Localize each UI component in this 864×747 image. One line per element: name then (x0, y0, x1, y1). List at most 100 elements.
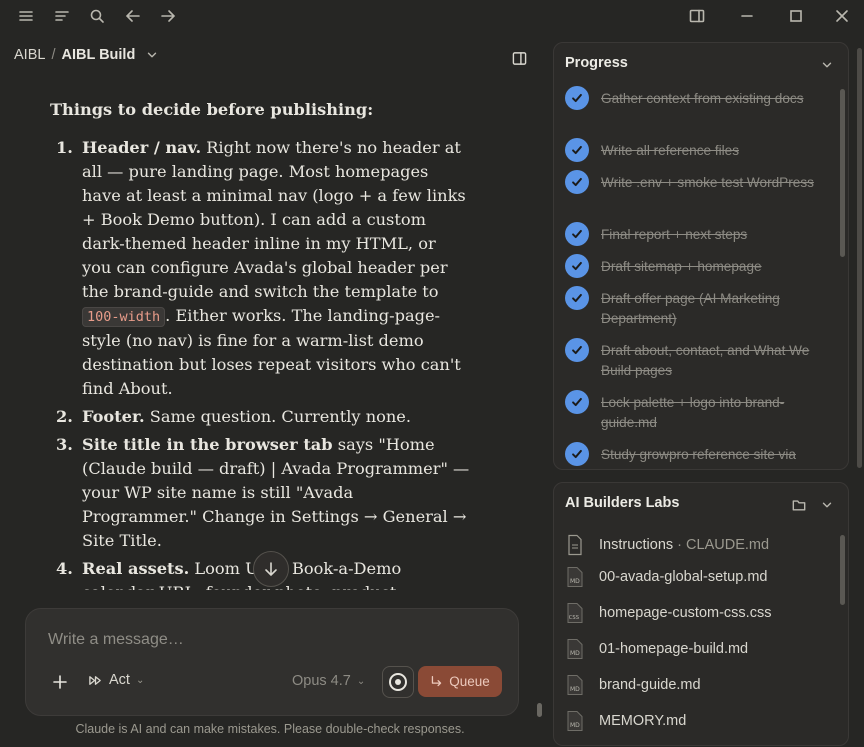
task-label: Write .env + smoke test WordPress (601, 175, 814, 190)
svg-text:MD: MD (570, 722, 580, 729)
queue-label: Queue (449, 674, 490, 689)
list-item-title: Footer. (82, 407, 145, 426)
menu-icon[interactable] (17, 7, 35, 25)
forward-arrow-icon[interactable] (159, 7, 177, 25)
css-file-icon: CSS (565, 601, 585, 625)
file-item[interactable]: CSS homepage-custom-css.css (565, 601, 835, 625)
list-item: 3. Site title in the browser tab says "H… (50, 433, 470, 553)
task-label: Write all reference files (601, 143, 740, 158)
side-panel-icon[interactable] (510, 49, 528, 67)
file-name: homepage-custom-css.css (599, 605, 772, 621)
collapse-progress-button[interactable] (820, 57, 834, 71)
file-item[interactable]: MD brand-guide.md (565, 673, 835, 697)
file-name: 01-homepage-build.md (599, 641, 749, 657)
list-item: 1. Header / nav. Right now there's no he… (50, 136, 470, 401)
chevron-down-icon: ⌄ (356, 675, 366, 687)
list-item-title: Site title in the browser tab (82, 435, 333, 454)
chevron-down-icon (822, 62, 832, 68)
md-file-icon: MD (565, 637, 585, 661)
main-scrollbar[interactable] (537, 703, 542, 717)
task-item: Write .env + smoke test WordPress (565, 170, 820, 194)
list-item-title: Real assets. (82, 559, 190, 578)
document-icon (565, 533, 585, 557)
scroll-to-bottom-button[interactable] (253, 551, 289, 587)
model-label: Opus 4.7 (292, 673, 351, 689)
md-file-icon: MD (565, 565, 585, 589)
file-subtitle: · CLAUDE.md (673, 537, 770, 553)
decision-list: 1. Header / nav. Right now there's no he… (50, 136, 470, 590)
toggle-panel-icon[interactable] (688, 7, 706, 25)
title-bar (0, 0, 864, 32)
chevron-down-icon[interactable] (145, 48, 159, 62)
minimize-icon[interactable] (738, 7, 756, 25)
mode-selector[interactable]: Act ⌄ (88, 672, 144, 688)
queue-button[interactable]: Queue (418, 666, 502, 697)
files-scrollbar[interactable] (840, 535, 845, 605)
check-icon (565, 222, 589, 246)
task-item: Study growpro reference site via Chrome … (565, 442, 820, 467)
file-item[interactable]: MD 01-homepage-build.md (565, 637, 835, 661)
md-file-icon: MD (565, 673, 585, 697)
files-panel: AI Builders Labs Instructions · CLAUDE.m… (553, 482, 849, 746)
task-item: Draft offer page (AI Marketing Departmen… (565, 286, 820, 329)
breadcrumb-separator: / (51, 47, 56, 63)
search-icon[interactable] (88, 7, 106, 25)
disclaimer-text: Claude is AI and can make mistakes. Plea… (75, 722, 465, 736)
breadcrumb-project[interactable]: AIBL (14, 47, 45, 63)
collapse-files-button[interactable] (820, 497, 834, 511)
list-item-text: Right now there's no header at all — pur… (82, 138, 466, 301)
model-selector[interactable]: Opus 4.7 ⌄ (292, 673, 365, 689)
task-item: Gather context from existing docs (565, 86, 820, 110)
message-input[interactable]: Write a message… (48, 631, 184, 649)
file-name: MEMORY.md (599, 713, 687, 729)
breadcrumb: AIBL / AIBL Build (14, 47, 159, 63)
svg-text:MD: MD (570, 578, 580, 585)
task-label: Final report + next steps (601, 227, 748, 242)
breadcrumb-current[interactable]: AIBL Build (61, 47, 135, 63)
file-item[interactable]: MD 00-avada-global-setup.md (565, 565, 835, 589)
maximize-icon[interactable] (787, 7, 805, 25)
file-item[interactable]: Instructions · CLAUDE.md (565, 533, 835, 557)
task-item: Final report + next steps (565, 222, 820, 246)
add-attachment-button[interactable] (48, 670, 72, 694)
sidebar-list-icon[interactable] (53, 7, 71, 25)
task-item: Lock palette + logo into brand-guide.md (565, 390, 820, 433)
list-item-text: Same question. Currently none. (144, 407, 412, 426)
task-item: Draft about, contact, and What We Build … (565, 338, 820, 381)
task-label: Draft about, contact, and What We Build … (601, 343, 810, 378)
task-label: Lock palette + logo into brand-guide.md (601, 395, 785, 430)
back-arrow-icon[interactable] (124, 7, 142, 25)
list-item-title: Header / nav. (82, 138, 202, 157)
mode-label: Act (109, 672, 130, 688)
chevron-down-icon: ⌄ (135, 674, 145, 686)
check-icon (565, 338, 589, 362)
fast-forward-icon (89, 675, 101, 685)
check-icon (565, 138, 589, 162)
check-icon (565, 170, 589, 194)
check-icon (565, 86, 589, 110)
list-number: 3. (56, 435, 73, 454)
message-composer: Write a message… Act ⌄ Opus 4.7 ⌄ Queue (25, 608, 519, 716)
right-panel-scrollbar[interactable] (857, 40, 862, 740)
check-icon (565, 442, 589, 466)
chevron-down-icon (822, 502, 832, 508)
progress-scrollbar[interactable] (840, 89, 845, 257)
md-file-icon: MD (565, 709, 585, 733)
task-label: Gather context from existing docs (601, 91, 804, 106)
check-icon (565, 286, 589, 310)
task-label: Draft sitemap + homepage (601, 259, 762, 274)
file-item[interactable]: MD MEMORY.md (565, 709, 835, 733)
task-item: Draft sitemap + homepage (565, 254, 820, 278)
file-name: Instructions (599, 537, 674, 553)
folder-icon[interactable] (792, 497, 806, 511)
close-icon[interactable] (833, 7, 851, 25)
record-button[interactable] (382, 666, 414, 698)
list-item: 2. Footer. Same question. Currently none… (50, 405, 470, 429)
svg-text:MD: MD (570, 650, 580, 657)
task-label: Study growpro reference site via Chrome … (601, 447, 796, 462)
file-name: brand-guide.md (599, 677, 701, 693)
message-content: Things to decide before publishing: 1. H… (50, 98, 470, 590)
arrow-down-icon (265, 562, 277, 577)
file-name: 00-avada-global-setup.md (599, 569, 768, 585)
record-icon (389, 673, 407, 691)
